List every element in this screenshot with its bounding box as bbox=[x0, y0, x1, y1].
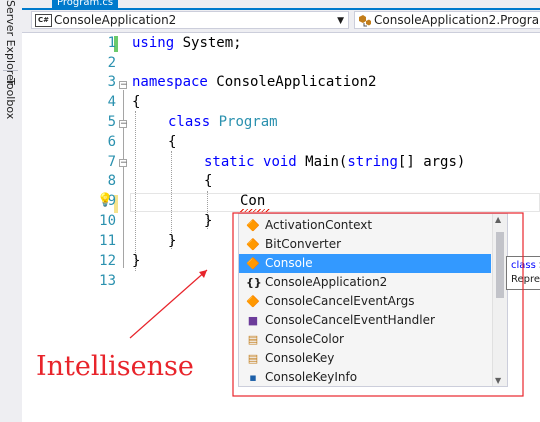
completion-item-label: ActivationContext bbox=[265, 218, 373, 232]
scroll-down-icon[interactable]: ▼ bbox=[495, 376, 501, 385]
delegate-icon: ■ bbox=[247, 314, 259, 327]
code-line-5: class Program bbox=[168, 114, 278, 130]
class-icon: 🔶 bbox=[246, 295, 260, 308]
line-number: 6 bbox=[107, 134, 116, 150]
indent-guide bbox=[135, 111, 136, 271]
toolbox-tab[interactable]: Toolbox bbox=[4, 78, 17, 119]
keyword: namespace bbox=[132, 74, 208, 90]
scroll-up-icon[interactable]: ▲ bbox=[495, 215, 501, 224]
quickinfo-tooltip: class S Repre bbox=[506, 256, 540, 290]
line-number: 4 bbox=[107, 94, 116, 110]
code-line-1: using System; bbox=[132, 35, 242, 51]
class-icon: 🔶 bbox=[246, 257, 260, 270]
strip-separator bbox=[3, 70, 18, 71]
line-number: 5 bbox=[107, 114, 116, 130]
line-number: 10 bbox=[99, 213, 116, 229]
class-icon: 🔶 bbox=[246, 238, 260, 251]
server-explorer-tab[interactable]: Server Explorer bbox=[4, 0, 17, 85]
collapse-namespace-icon[interactable]: − bbox=[119, 81, 128, 90]
enum-icon: ▤ bbox=[247, 333, 259, 346]
completion-item[interactable]: ▤ ConsoleColor bbox=[239, 330, 491, 349]
dropdown-arrow-icon: ▼ bbox=[337, 16, 344, 26]
keyword: using bbox=[132, 35, 175, 51]
completion-item-selected[interactable]: 🔶 Console bbox=[239, 254, 491, 273]
code-line-7: static void Main(string[] args) bbox=[204, 154, 465, 170]
code-line-12: } bbox=[132, 253, 141, 269]
code-line-9[interactable]: Con bbox=[240, 193, 265, 209]
line-number: 3 bbox=[107, 74, 116, 90]
code-line-4: { bbox=[132, 94, 141, 110]
keyword: string bbox=[347, 154, 398, 170]
completion-item[interactable]: {} ConsoleApplication2 bbox=[239, 273, 491, 292]
code-text: ConsoleApplication2 bbox=[207, 74, 377, 90]
line-number: 1 bbox=[107, 35, 116, 51]
enum-icon: ▤ bbox=[247, 352, 259, 365]
project-dropdown[interactable]: C# ConsoleApplication2 ▼ bbox=[31, 11, 349, 29]
side-tool-strip: Server Explorer Toolbox bbox=[0, 0, 23, 422]
line-number: 11 bbox=[99, 233, 116, 249]
current-line-highlight bbox=[130, 193, 540, 212]
collapse-method-icon[interactable]: − bbox=[119, 159, 128, 168]
class-dropdown[interactable]: ConsoleApplication2.Program bbox=[354, 11, 540, 29]
completion-item[interactable]: 🔶 ConsoleCancelEventArgs bbox=[239, 292, 491, 311]
document-tab-bar: Program.cs bbox=[22, 0, 540, 10]
line-number: 7 bbox=[107, 154, 116, 170]
method-name: Main( bbox=[305, 154, 348, 170]
struct-icon: ▪ bbox=[249, 371, 257, 384]
completion-item-label: ConsoleCancelEventArgs bbox=[265, 294, 415, 308]
namespace-icon: {} bbox=[246, 276, 262, 289]
lightbulb-icon[interactable]: 💡 bbox=[97, 193, 113, 208]
completion-item-label: Console bbox=[265, 256, 313, 270]
code-line-8: { bbox=[204, 173, 213, 189]
error-squiggle bbox=[240, 209, 270, 212]
completion-item[interactable]: 🔶 ActivationContext bbox=[239, 216, 491, 235]
completion-item-label: ConsoleCancelEventHandler bbox=[265, 313, 435, 327]
completion-scrollbar[interactable]: ▲ ▼ bbox=[492, 214, 507, 386]
intellisense-completion-list[interactable]: 🔶 ActivationContext 🔶 BitConverter 🔶 Consol… bbox=[238, 213, 508, 387]
keyword: void bbox=[263, 154, 297, 170]
outline-line bbox=[123, 90, 124, 268]
code-text: System; bbox=[174, 35, 242, 51]
tooltip-kind: class bbox=[511, 260, 536, 271]
collapse-class-icon[interactable]: − bbox=[119, 120, 128, 129]
completion-item-label: ConsoleColor bbox=[265, 332, 344, 346]
code-line-11: } bbox=[168, 233, 177, 249]
keyword: class bbox=[168, 114, 211, 130]
navigation-bar: C# ConsoleApplication2 ▼ ConsoleApplicat… bbox=[22, 10, 540, 33]
line-number: 12 bbox=[99, 253, 116, 269]
annotation-label: Intellisense bbox=[36, 351, 194, 382]
tab-program-cs[interactable]: Program.cs bbox=[52, 0, 119, 8]
completion-item-label: BitConverter bbox=[265, 237, 342, 251]
completion-item-label: ConsoleKey bbox=[265, 351, 335, 365]
completion-item[interactable]: ▤ ConsoleKey bbox=[239, 349, 491, 368]
line-number: 13 bbox=[99, 273, 116, 289]
code-line-3: namespace ConsoleApplication2 bbox=[132, 74, 376, 90]
scroll-thumb[interactable] bbox=[496, 232, 504, 298]
tooltip-description: Repre bbox=[511, 274, 540, 285]
project-name: ConsoleApplication2 bbox=[54, 13, 177, 27]
csharp-project-icon: C# bbox=[35, 14, 52, 27]
type-name: Program bbox=[218, 114, 278, 130]
completion-item[interactable]: 🔶 BitConverter bbox=[239, 235, 491, 254]
line-number: 8 bbox=[107, 173, 116, 189]
class-icon: 🔶 bbox=[246, 219, 260, 232]
completion-item-label: ConsoleKeyInfo bbox=[265, 370, 358, 384]
class-icon bbox=[359, 15, 371, 27]
line-number: 2 bbox=[107, 55, 116, 71]
keyword: static bbox=[204, 154, 255, 170]
code-line-6: { bbox=[168, 134, 177, 150]
code-text: [] args) bbox=[397, 154, 466, 170]
completion-item[interactable]: ■ ConsoleCancelEventHandler bbox=[239, 311, 491, 330]
completion-item-label: ConsoleApplication2 bbox=[265, 275, 388, 289]
completion-item[interactable]: ▪ ConsoleKeyInfo bbox=[239, 368, 491, 387]
code-line-10: } bbox=[204, 213, 213, 229]
class-name: ConsoleApplication2.Program bbox=[374, 13, 540, 27]
